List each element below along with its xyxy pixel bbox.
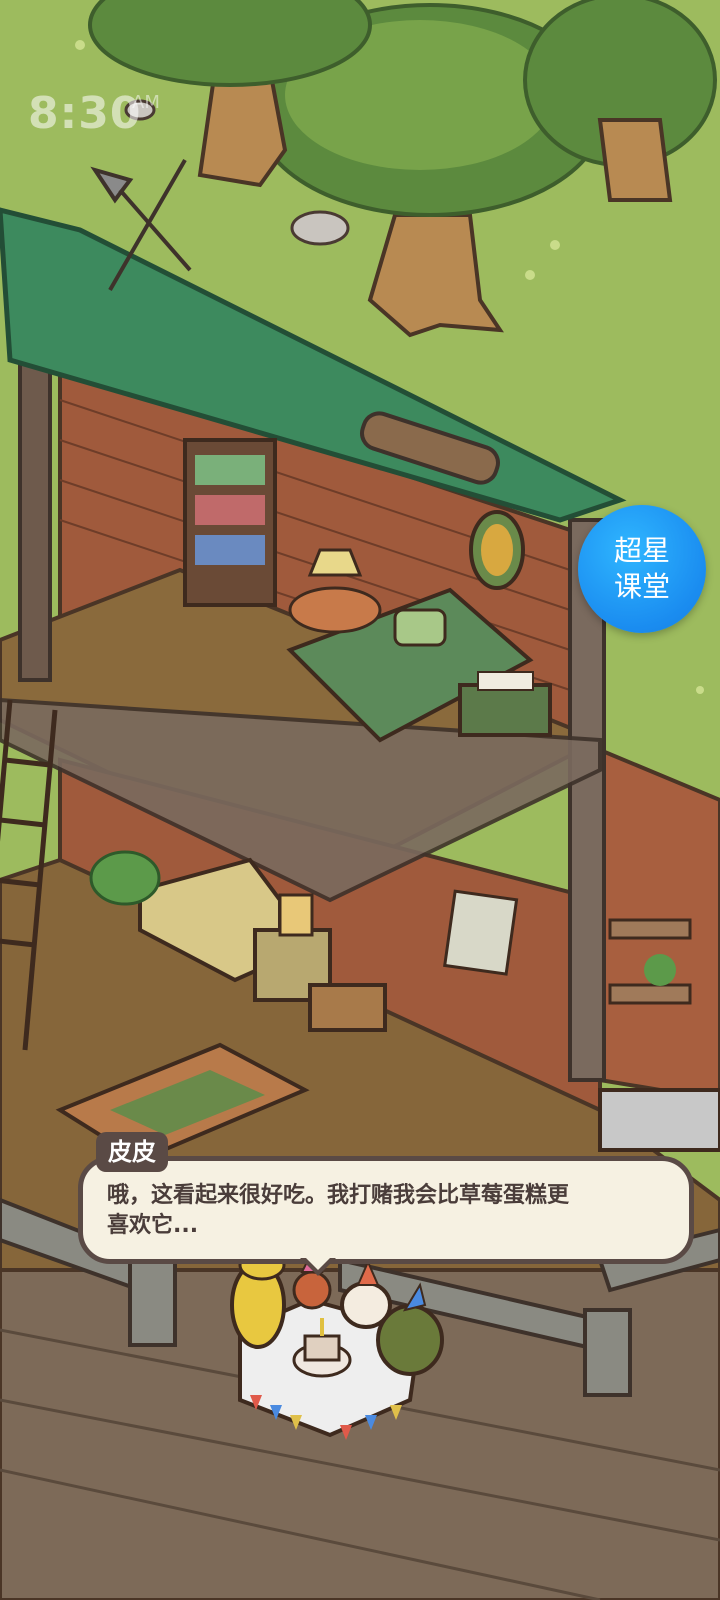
giraffe-character[interactable] <box>230 1249 286 1349</box>
speaker-name-tag: 皮皮 <box>96 1132 168 1172</box>
game-scene[interactable] <box>0 0 720 1600</box>
status-ampm: AM <box>132 92 160 113</box>
rock <box>290 210 350 246</box>
plant <box>89 850 161 906</box>
fab-label-line1: 超星 <box>613 534 670 567</box>
chest <box>308 983 387 1032</box>
dialogue-bubble[interactable]: 哦，这看起来很好吃。我打赌我会比草莓蛋糕更 喜欢它... <box>78 1156 694 1264</box>
wall-map <box>443 889 519 976</box>
bubble-tail-inner <box>305 1257 331 1270</box>
flower-dot <box>525 270 535 280</box>
flower-dot <box>550 240 560 250</box>
fab-label-line2: 课堂 <box>613 570 670 603</box>
picture-frame <box>469 510 525 590</box>
flower-dot <box>75 40 85 50</box>
dialogue-line-2: 喜欢它... <box>107 1213 199 1238</box>
bookshelf-upper <box>183 438 277 607</box>
dialogue-line-1: 哦，这看起来很好吃。我打赌我会比草莓蛋糕更 <box>107 1183 570 1208</box>
dialogue-text: 哦，这看起来很好吃。我打赌我会比草莓蛋糕更 喜欢它... <box>107 1181 667 1241</box>
flower-dot <box>696 686 704 694</box>
chaoxing-classroom-button[interactable]: 超星 课堂 <box>578 505 706 633</box>
post-left <box>18 348 52 682</box>
status-time: 8:30 <box>28 88 142 139</box>
stove <box>598 1088 720 1152</box>
